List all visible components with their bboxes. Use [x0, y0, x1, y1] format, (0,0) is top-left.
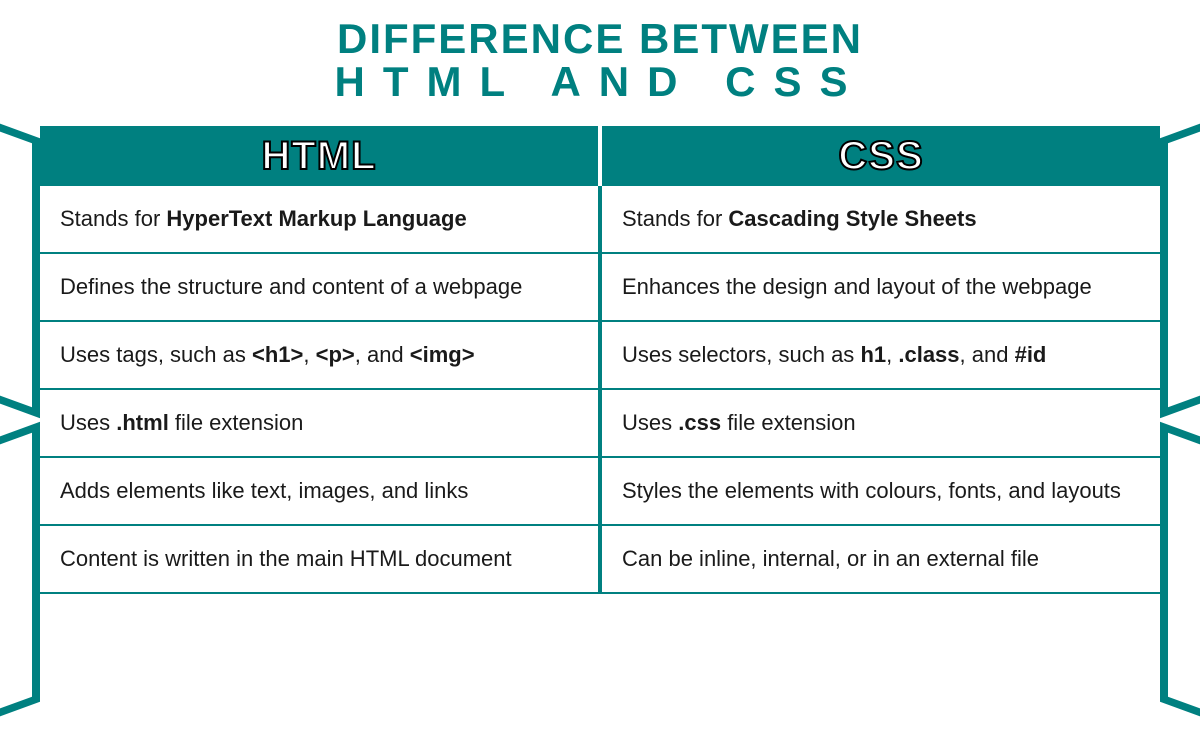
header-cell-css: CSS — [602, 126, 1160, 186]
table-cell-left: Content is written in the main HTML docu… — [40, 526, 602, 592]
table-cell-right: Stands for Cascading Style Sheets — [602, 186, 1160, 252]
table-row: Uses .html file extension Uses .css file… — [40, 390, 1160, 458]
table-row: Uses tags, such as <h1>, <p>, and <img> … — [40, 322, 1160, 390]
table-cell-right: Uses .css file extension — [602, 390, 1160, 456]
comparison-table: HTML CSS Stands for HyperText Markup Lan… — [40, 126, 1160, 594]
table-row: Stands for HyperText Markup Language Sta… — [40, 186, 1160, 254]
table-cell-right: Enhances the design and layout of the we… — [602, 254, 1160, 320]
table-cell-left: Stands for HyperText Markup Language — [40, 186, 602, 252]
title-line2: HTML AND CSS — [0, 58, 1200, 106]
header-cell-html: HTML — [40, 126, 602, 186]
decoration-left-bottom — [0, 422, 40, 738]
title-block: DIFFERENCE BETWEEN HTML AND CSS — [0, 0, 1200, 116]
decoration-left-top — [0, 102, 40, 418]
table-cell-left: Uses .html file extension — [40, 390, 602, 456]
header-css-text: CSS — [838, 134, 923, 179]
table-row: Adds elements like text, images, and lin… — [40, 458, 1160, 526]
title-line1: DIFFERENCE BETWEEN — [0, 15, 1200, 63]
decoration-right-bottom — [1160, 422, 1200, 738]
table-cell-right: Styles the elements with colours, fonts,… — [602, 458, 1160, 524]
table-row: Defines the structure and content of a w… — [40, 254, 1160, 322]
header-html-text: HTML — [261, 134, 376, 179]
table-cell-left: Defines the structure and content of a w… — [40, 254, 602, 320]
table-cell-right: Uses selectors, such as h1, .class, and … — [602, 322, 1160, 388]
table-cell-left: Adds elements like text, images, and lin… — [40, 458, 602, 524]
table-row: Content is written in the main HTML docu… — [40, 526, 1160, 594]
decoration-right-top — [1160, 102, 1200, 418]
table-cell-right: Can be inline, internal, or in an extern… — [602, 526, 1160, 592]
table-cell-left: Uses tags, such as <h1>, <p>, and <img> — [40, 322, 602, 388]
table-header-row: HTML CSS — [40, 126, 1160, 186]
